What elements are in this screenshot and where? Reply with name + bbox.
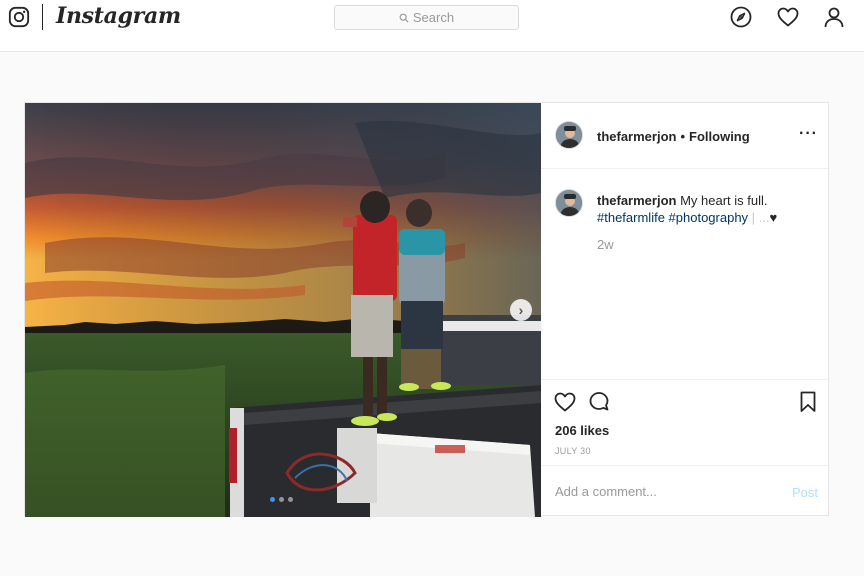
following-button[interactable]: Following — [689, 129, 750, 144]
top-nav: Instagram Search — [0, 0, 864, 52]
comment-bar: Post — [541, 465, 830, 517]
carousel-dots — [270, 497, 293, 502]
heart-icon[interactable] — [776, 5, 800, 29]
header-separator: • — [680, 129, 686, 144]
carousel-dot — [288, 497, 293, 502]
caption-emoji: ♥ — [769, 210, 778, 225]
like-heart-icon[interactable] — [553, 390, 577, 414]
instagram-glyph-icon[interactable] — [8, 6, 30, 28]
post-username[interactable]: thefarmerjon — [597, 129, 676, 144]
next-photo-button[interactable]: › — [510, 299, 532, 321]
post-photo[interactable]: › — [25, 103, 541, 517]
compass-icon[interactable] — [729, 5, 753, 29]
avatar[interactable] — [555, 121, 583, 149]
post-caption: thefarmerjon My heart is full. #thefarml… — [597, 192, 817, 226]
nav-divider — [42, 4, 43, 30]
post-comment-button[interactable]: Post — [792, 485, 818, 500]
post-header: thefarmerjon • Following ··· — [541, 103, 830, 169]
caption-trailing: | ... — [751, 210, 770, 225]
more-options-button[interactable]: ··· — [799, 125, 818, 143]
carousel-dot — [279, 497, 284, 502]
like-count[interactable]: 206 likes — [555, 423, 609, 438]
caption-hashtags[interactable]: #thefarmlife #photography — [597, 210, 748, 225]
carousel-dot-active — [270, 497, 275, 502]
user-icon[interactable] — [822, 5, 846, 29]
caption-avatar[interactable] — [555, 189, 583, 217]
comment-input[interactable] — [555, 484, 775, 499]
search-icon — [399, 13, 409, 23]
time-ago[interactable]: 2w — [597, 237, 614, 252]
post-sidebar: thefarmerjon • Following ··· thefarmerjon … — [541, 103, 830, 517]
instagram-wordmark[interactable]: Instagram — [56, 3, 181, 29]
post-date: JULY 30 — [555, 446, 591, 456]
post-header-text: thefarmerjon • Following — [597, 129, 750, 144]
bookmark-icon[interactable] — [796, 390, 820, 414]
search-input[interactable]: Search — [334, 5, 519, 30]
caption-text: My heart is full. — [680, 193, 768, 208]
post-actions: 206 likes JULY 30 — [541, 379, 830, 465]
caption-username[interactable]: thefarmerjon — [597, 193, 676, 208]
comment-icon[interactable] — [587, 390, 611, 414]
search-placeholder: Search — [412, 10, 455, 25]
post-card: › thefarmerjon • Following ··· thefarmer… — [24, 102, 830, 517]
